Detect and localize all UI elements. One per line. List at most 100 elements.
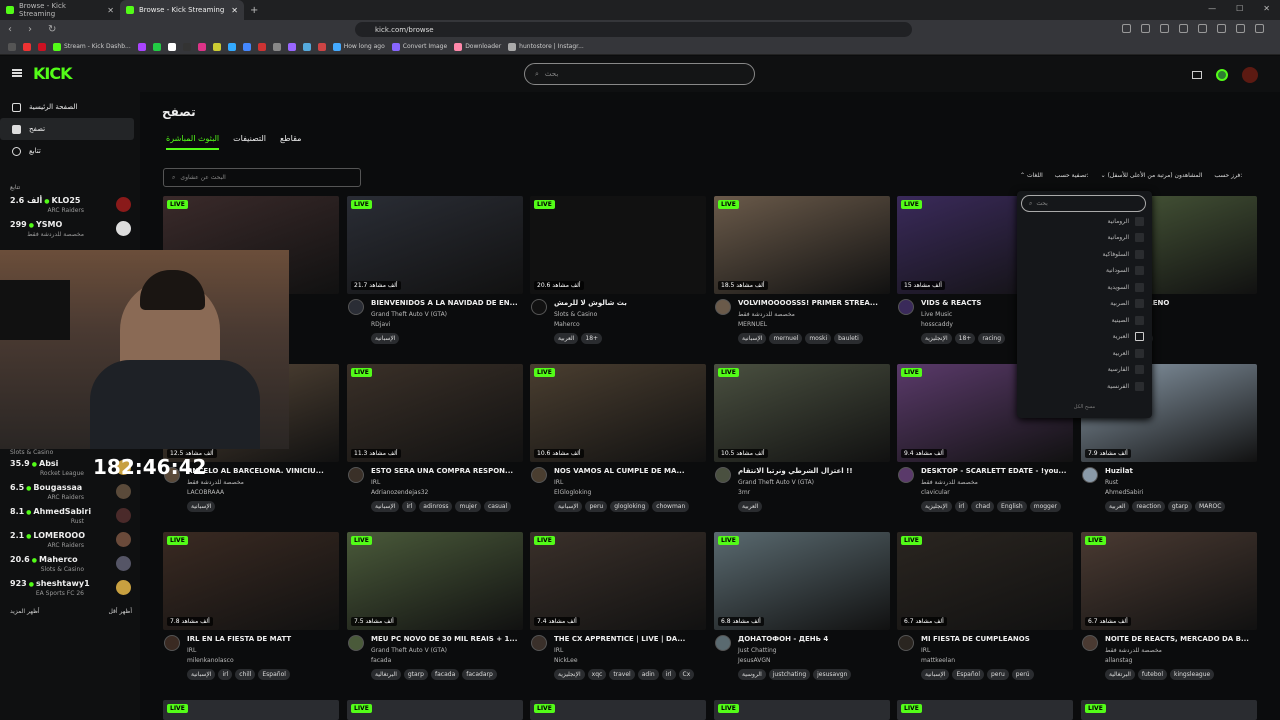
stream-tag[interactable]: الإسبانية: [187, 669, 216, 680]
stream-tag[interactable]: الإسبانية: [187, 501, 216, 512]
language-option[interactable]: السودانية: [1017, 263, 1152, 280]
stream-tag[interactable]: Español: [952, 669, 984, 680]
stream-tag[interactable]: reaction: [1132, 501, 1165, 512]
stream-title[interactable]: اعتزال الشرطي ونرتبا الانتقام !!: [738, 467, 888, 475]
extension-icon[interactable]: [1160, 24, 1169, 33]
close-tab-icon[interactable]: ✕: [107, 6, 114, 15]
checkbox[interactable]: [1135, 282, 1144, 292]
bookmark-icon[interactable]: [302, 42, 311, 51]
whatsapp-icon[interactable]: [152, 42, 161, 51]
stream-tag[interactable]: الإنجليزية: [921, 333, 952, 344]
streamer-name[interactable]: LACOBRAAA: [187, 489, 224, 496]
stream-tag[interactable]: Español: [258, 669, 290, 680]
stream-tag[interactable]: الإسبانية: [371, 501, 400, 512]
stream-tag[interactable]: futebol: [1137, 669, 1167, 680]
stream-tag[interactable]: perú: [1011, 669, 1034, 680]
sidebar-item-browse[interactable]: تصفح: [0, 118, 134, 140]
stream-tag[interactable]: gtarp: [403, 669, 428, 680]
streamer-avatar[interactable]: [164, 635, 180, 651]
apps-icon[interactable]: [8, 42, 16, 51]
stream-title[interactable]: MEU PC NOVO DE 30 MIL REAIS + 1...: [371, 635, 521, 643]
bookmark-icon[interactable]: [23, 42, 31, 51]
stream-tag[interactable]: البرتغالية: [371, 669, 401, 680]
language-option[interactable]: الفرنسية: [1017, 378, 1152, 395]
streamer-avatar[interactable]: [348, 467, 364, 483]
minimize-icon[interactable]: —: [1208, 4, 1216, 13]
forward-icon[interactable]: ›: [28, 24, 40, 35]
tab-clips[interactable]: مقاطع: [280, 134, 301, 150]
url-field[interactable]: kick.com/browse: [355, 22, 912, 37]
stream-thumbnail[interactable]: LIVE 6.8 ألف مشاهد: [714, 532, 890, 630]
language-option[interactable]: السويدية: [1017, 279, 1152, 296]
channel-search-input[interactable]: ⌕ البحث عن عشاوى: [163, 168, 361, 187]
stream-title[interactable]: BIENVENIDOS A LA NAVIDAD DE EN...: [371, 299, 521, 307]
streamer-name[interactable]: NickLee: [554, 657, 578, 664]
stream-tag[interactable]: casual: [483, 501, 512, 512]
stream-thumbnail[interactable]: LIVE 7.8 ألف مشاهد: [163, 532, 339, 630]
stream-tag[interactable]: 18+: [954, 333, 976, 344]
stream-tag[interactable]: facadarp: [462, 669, 497, 680]
language-search-input[interactable]: ⌕ بحث: [1021, 195, 1146, 212]
followed-channel[interactable]: 299 ● YSMO مخصصة للدردشة فقط: [0, 217, 140, 241]
followed-channel[interactable]: 923 ● sheshtawy1 EA Sports FC 26: [0, 576, 140, 600]
stream-tag[interactable]: chill: [235, 669, 256, 680]
clear-all-button[interactable]: مسح الكل: [1017, 404, 1152, 410]
stream-tag[interactable]: البرتغالية: [1105, 669, 1135, 680]
stream-category[interactable]: Grand Theft Auto V (GTA): [738, 479, 814, 486]
stream-title[interactable]: ESTO SERA UNA COMPRA RESPON...: [371, 467, 521, 475]
checkbox[interactable]: [1135, 266, 1144, 276]
stream-tag[interactable]: الإسبانية: [554, 501, 583, 512]
browser-tab-active[interactable]: Browse - Kick Streaming ✕: [120, 0, 244, 20]
stream-thumbnail[interactable]: LIVE 10.6 ألف مشاهد: [530, 364, 706, 462]
followed-channel[interactable]: 20.6 ● Maherco Slots & Casino: [0, 552, 140, 576]
streamer-avatar[interactable]: [531, 299, 547, 315]
stream-title[interactable]: ДОНАТОФОН - ДЕНЬ 4: [738, 635, 888, 643]
stream-title[interactable]: NOS VAMOS AL CUMPLE DE MA...: [554, 467, 704, 475]
stream-title[interactable]: DESKTOP - SCARLETT EDATE - !you...: [921, 467, 1071, 475]
streamer-name[interactable]: 3mr: [738, 489, 750, 496]
streamer-name[interactable]: clavicular: [921, 489, 950, 496]
streamer-avatar[interactable]: [715, 467, 731, 483]
checkbox[interactable]: [1135, 348, 1144, 358]
stream-category[interactable]: IRL: [921, 647, 930, 654]
streamer-avatar[interactable]: [898, 635, 914, 651]
bookmark-icon[interactable]: [242, 42, 251, 51]
stream-thumbnail[interactable]: LIVE 20.6 ألف مشاهد: [530, 196, 706, 294]
stream-tag[interactable]: irl: [954, 501, 969, 512]
bookmark[interactable]: How long ago: [332, 42, 385, 51]
streamer-avatar[interactable]: [715, 299, 731, 315]
stream-card[interactable]: LIVE 10.5 ألف مشاهد اعتزال الشرطي ونرتبا ا…: [714, 364, 890, 524]
stream-category[interactable]: IRL: [371, 479, 380, 486]
language-option[interactable]: الصينية: [1017, 312, 1152, 329]
stream-tag[interactable]: irl: [661, 669, 676, 680]
stream-category[interactable]: IRL: [554, 479, 563, 486]
extension-icon[interactable]: [1217, 24, 1226, 33]
stream-thumbnail[interactable]: LIVE 11.3 ألف مشاهد: [347, 364, 523, 462]
extension-icon[interactable]: [1122, 24, 1131, 33]
language-option[interactable]: الرومانية: [1017, 230, 1152, 247]
stream-tag[interactable]: irl: [218, 669, 233, 680]
stream-thumbnail[interactable]: LIVE: [1081, 700, 1257, 720]
bookmark-icon[interactable]: [212, 42, 221, 51]
stream-tag[interactable]: travel: [609, 669, 635, 680]
stream-tag[interactable]: bauleti: [834, 333, 863, 344]
show-less-link[interactable]: أظهر أقل: [108, 608, 132, 615]
stream-tag[interactable]: chowman: [652, 501, 690, 512]
stream-title[interactable]: VOLVIMOOOOSSS! PRIMER STREA...: [738, 299, 888, 307]
stream-tag[interactable]: mernuel: [769, 333, 803, 344]
stream-title[interactable]: MI FIESTA DE CUMPLEAÑOS: [921, 635, 1071, 643]
stream-thumbnail[interactable]: LIVE 10.5 ألف مشاهد: [714, 364, 890, 462]
stream-thumbnail[interactable]: LIVE: [530, 700, 706, 720]
bookmark-icon[interactable]: [317, 42, 326, 51]
youtube-icon[interactable]: [257, 42, 266, 51]
language-option[interactable]: العربية: [1017, 345, 1152, 362]
stream-tag[interactable]: moski: [805, 333, 832, 344]
stream-card[interactable]: LIVE: [897, 700, 1073, 720]
stream-thumbnail[interactable]: LIVE: [897, 700, 1073, 720]
stream-tag[interactable]: chad: [971, 501, 995, 512]
checkbox[interactable]: [1135, 381, 1144, 391]
back-icon[interactable]: ‹: [8, 24, 20, 35]
sidebar-item-following[interactable]: تتابع: [0, 140, 140, 162]
streamer-name[interactable]: milenkanolasco: [187, 657, 234, 664]
followed-channel[interactable]: 2.1 ● LOMEROOO ARC Raiders: [0, 528, 140, 552]
